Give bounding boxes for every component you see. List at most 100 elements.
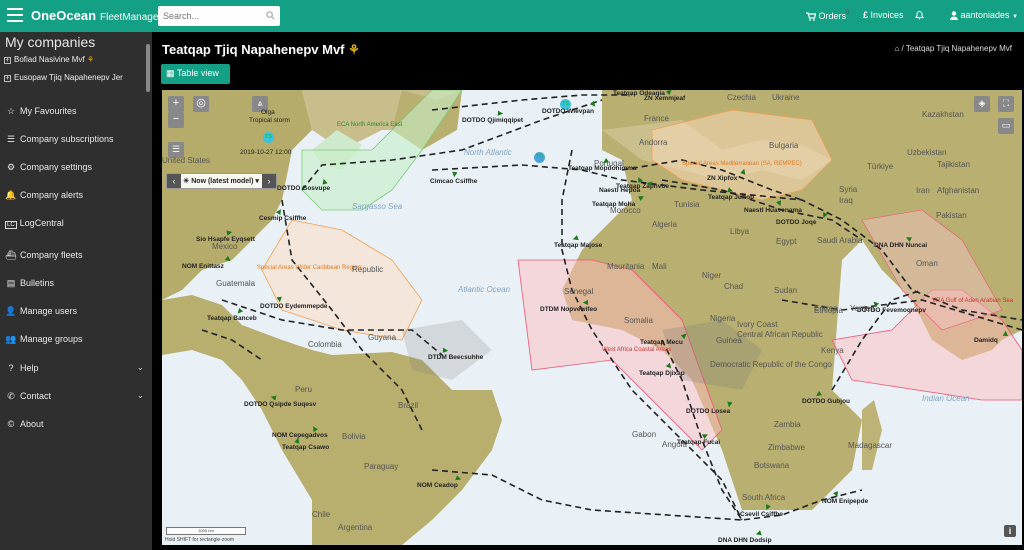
vessel-arrow-icon[interactable]: ▲ xyxy=(1001,328,1010,338)
zoom-out-button[interactable]: − xyxy=(168,112,184,128)
vessel-arrow-icon[interactable]: ▲ xyxy=(580,298,590,307)
vessel-label[interactable]: DOTDO Eydemmepde xyxy=(260,303,328,310)
sidebar: My companies + Bofiad Nasivine Mvf ⚘ + Eus… xyxy=(0,32,152,550)
sidebar-item-label: Manage groups xyxy=(20,334,83,344)
vessel-label[interactable]: Damidq xyxy=(974,337,998,344)
vessel-label[interactable]: Naestl Huavenama xyxy=(744,207,802,214)
vessel-label[interactable]: DNA DHN Nuncai xyxy=(874,242,927,249)
info-icon[interactable]: i xyxy=(1004,525,1016,537)
search-icon[interactable] xyxy=(266,11,275,20)
scale-bar: 1000 nm xyxy=(166,527,246,535)
place-label: Bulgaria xyxy=(769,141,799,150)
sidebar-item-help[interactable]: ? Help ⌄ xyxy=(5,363,143,373)
user-icon: 👤 xyxy=(5,306,17,316)
sidebar-scrollbar[interactable] xyxy=(146,44,150,92)
locate-icon[interactable]: ◎ xyxy=(193,96,209,112)
invoices-link[interactable]: £ Invoices xyxy=(863,10,904,20)
place-label: Afghanistan xyxy=(937,186,980,195)
vessel-label[interactable]: DTDM Nopvewifeo xyxy=(540,306,597,313)
vessel-label[interactable]: DOTDO Qjimiqqipet xyxy=(462,117,523,124)
vessel-label[interactable]: Teatqap Mecu xyxy=(640,339,683,346)
search-input[interactable] xyxy=(158,6,258,26)
contact-icon: ✆ xyxy=(7,391,15,401)
prev-time-button[interactable]: ‹ xyxy=(167,174,181,188)
vessel-label[interactable]: DOTDO Gubjou xyxy=(802,398,850,405)
sidebar-item-my-favourites[interactable]: ☆ My Favourites xyxy=(5,106,77,117)
place-label: Senegal xyxy=(564,287,594,296)
sidebar-item-company-alerts[interactable]: 🔔 Company alerts xyxy=(5,190,83,201)
expand-icon[interactable]: + xyxy=(4,75,11,82)
page-title-text: Teatqap Tjiq Napahenepv Mvf xyxy=(162,42,345,57)
vessel-label[interactable]: Teatqap Banceb xyxy=(207,315,257,322)
vessel-label[interactable]: DTDM Beecsuhhe xyxy=(428,354,483,361)
vessel-label[interactable]: Csevil Csiffhe xyxy=(740,511,783,518)
zoom-in-button[interactable]: + xyxy=(168,96,184,112)
sidebar-item-contact[interactable]: ✆ Contact ⌄ xyxy=(5,391,143,402)
sidebar-item-bulletins[interactable]: ▤ Bulletins xyxy=(5,278,54,289)
vessel-label[interactable]: DOTDO Fevemoqnepv xyxy=(857,307,926,314)
sidebar-item-manage-users[interactable]: 👤 Manage users xyxy=(5,306,77,317)
vessel-arrow-icon[interactable]: ▲ xyxy=(496,109,507,119)
layers-icon[interactable]: ◈ xyxy=(974,96,990,112)
about-icon: © xyxy=(7,419,15,429)
hamburger-menu-icon[interactable] xyxy=(7,8,23,22)
vessel-arrow-icon[interactable]: ▲ xyxy=(441,346,452,356)
sidebar-item-company-fleets[interactable]: ⛴ Company fleets xyxy=(5,250,82,261)
sidebar-item-about[interactable]: © About xyxy=(5,419,44,429)
vessel-label[interactable]: Teatqap Majose xyxy=(554,242,602,249)
screen-icon[interactable]: ▭ xyxy=(998,118,1014,134)
brand-logo[interactable]: OneOcean FleetManager xyxy=(31,8,162,23)
search-box xyxy=(158,6,280,26)
orders-link[interactable]: Orders0 xyxy=(806,10,849,21)
company-item-1[interactable]: + Bofiad Nasivine Mvf ⚘ xyxy=(4,55,94,64)
chevron-down-icon: ⌄ xyxy=(137,391,144,400)
vessel-label[interactable]: DOTDO Joqe xyxy=(776,219,816,226)
vessel-label[interactable]: ZN Xipfox xyxy=(707,175,737,182)
time-selector[interactable]: ‹ ☀ Now (latest model) ▾ › xyxy=(166,173,277,189)
vessel-arrow-icon[interactable]: ▲ xyxy=(224,227,236,238)
storm-marker-icon[interactable]: TS xyxy=(263,132,274,143)
notifications-bell[interactable] xyxy=(915,10,924,20)
star-icon: ☆ xyxy=(6,106,16,116)
users-icon: 👥 xyxy=(5,334,17,344)
sidebar-item-company-subscriptions[interactable]: ☰ Company subscriptions xyxy=(5,134,114,145)
vessel-label[interactable]: Teatqap Fucai xyxy=(677,439,720,446)
place-label: Kazakhstan xyxy=(922,110,964,119)
expand-icon[interactable]: + xyxy=(4,57,11,64)
vessel-arrow-icon[interactable]: ▲ xyxy=(724,399,734,410)
vessel-label[interactable]: NOM Enittasz xyxy=(182,263,224,270)
table-view-button[interactable]: ▦ Table view xyxy=(161,64,230,84)
next-time-button[interactable]: › xyxy=(261,174,276,188)
sidebar-item-manage-groups[interactable]: 👥 Manage groups xyxy=(5,334,83,345)
fullscreen-icon[interactable]: ⛶ xyxy=(998,96,1014,112)
sidebar-item-logcentral[interactable]: LC LogCentral xyxy=(5,218,64,229)
vessel-arrow-icon[interactable]: ▲ xyxy=(621,90,630,91)
vessel-label[interactable]: ZN Xemmjeaf xyxy=(644,95,685,102)
vessel-label[interactable]: Teatqap Djixap xyxy=(639,370,685,377)
vessel-label[interactable]: NOM Ceadop xyxy=(417,482,458,489)
place-label: Iraq xyxy=(839,196,853,205)
sidebar-item-company-settings[interactable]: ⚙ Company settings xyxy=(5,162,92,173)
user-menu[interactable]: aantoniades ▼ xyxy=(950,10,1018,20)
vessel-arrow-icon[interactable]: ▲ xyxy=(449,169,459,180)
vessel-label[interactable]: Teatqap Moha xyxy=(592,201,635,208)
company-item-2[interactable]: + Eusopaw Tjiq Napahenepv Jer xyxy=(4,73,123,82)
home-icon[interactable]: ⌂ xyxy=(894,44,899,53)
table-view-label: Table view xyxy=(176,68,219,78)
vessel-label[interactable]: DNA DHN Dodsip xyxy=(718,537,772,544)
place-label: Ethiopia xyxy=(814,306,843,315)
vessel-label[interactable]: Teatqap Csawo xyxy=(282,444,329,451)
vessel-arrow-icon[interactable]: ▲ xyxy=(274,294,284,305)
vessel-label[interactable]: DOTDO Wievpan xyxy=(542,108,594,115)
main-content: Teatqap Tjiq Napahenepv Mvf ⚘ ⌂ / Teatqa… xyxy=(152,32,1024,550)
vessel-label[interactable]: DOTDO Qsipde Suqesv xyxy=(244,401,316,408)
place-label: France xyxy=(644,114,669,123)
vessel-label[interactable]: Cesmip Csiffhe xyxy=(259,215,306,222)
fleet-map[interactable]: ECA North America East Special Areas Wid… xyxy=(162,90,1022,545)
place-label: Republic xyxy=(352,265,384,274)
bulletin-icon: ▤ xyxy=(6,278,16,288)
tropical-depression-icon[interactable]: TD xyxy=(534,152,545,163)
place-label: Czechia xyxy=(727,93,756,102)
vessel-label[interactable]: NOM Enipepde xyxy=(822,498,868,505)
vessel-arrow-icon[interactable]: ▲ xyxy=(643,178,655,189)
